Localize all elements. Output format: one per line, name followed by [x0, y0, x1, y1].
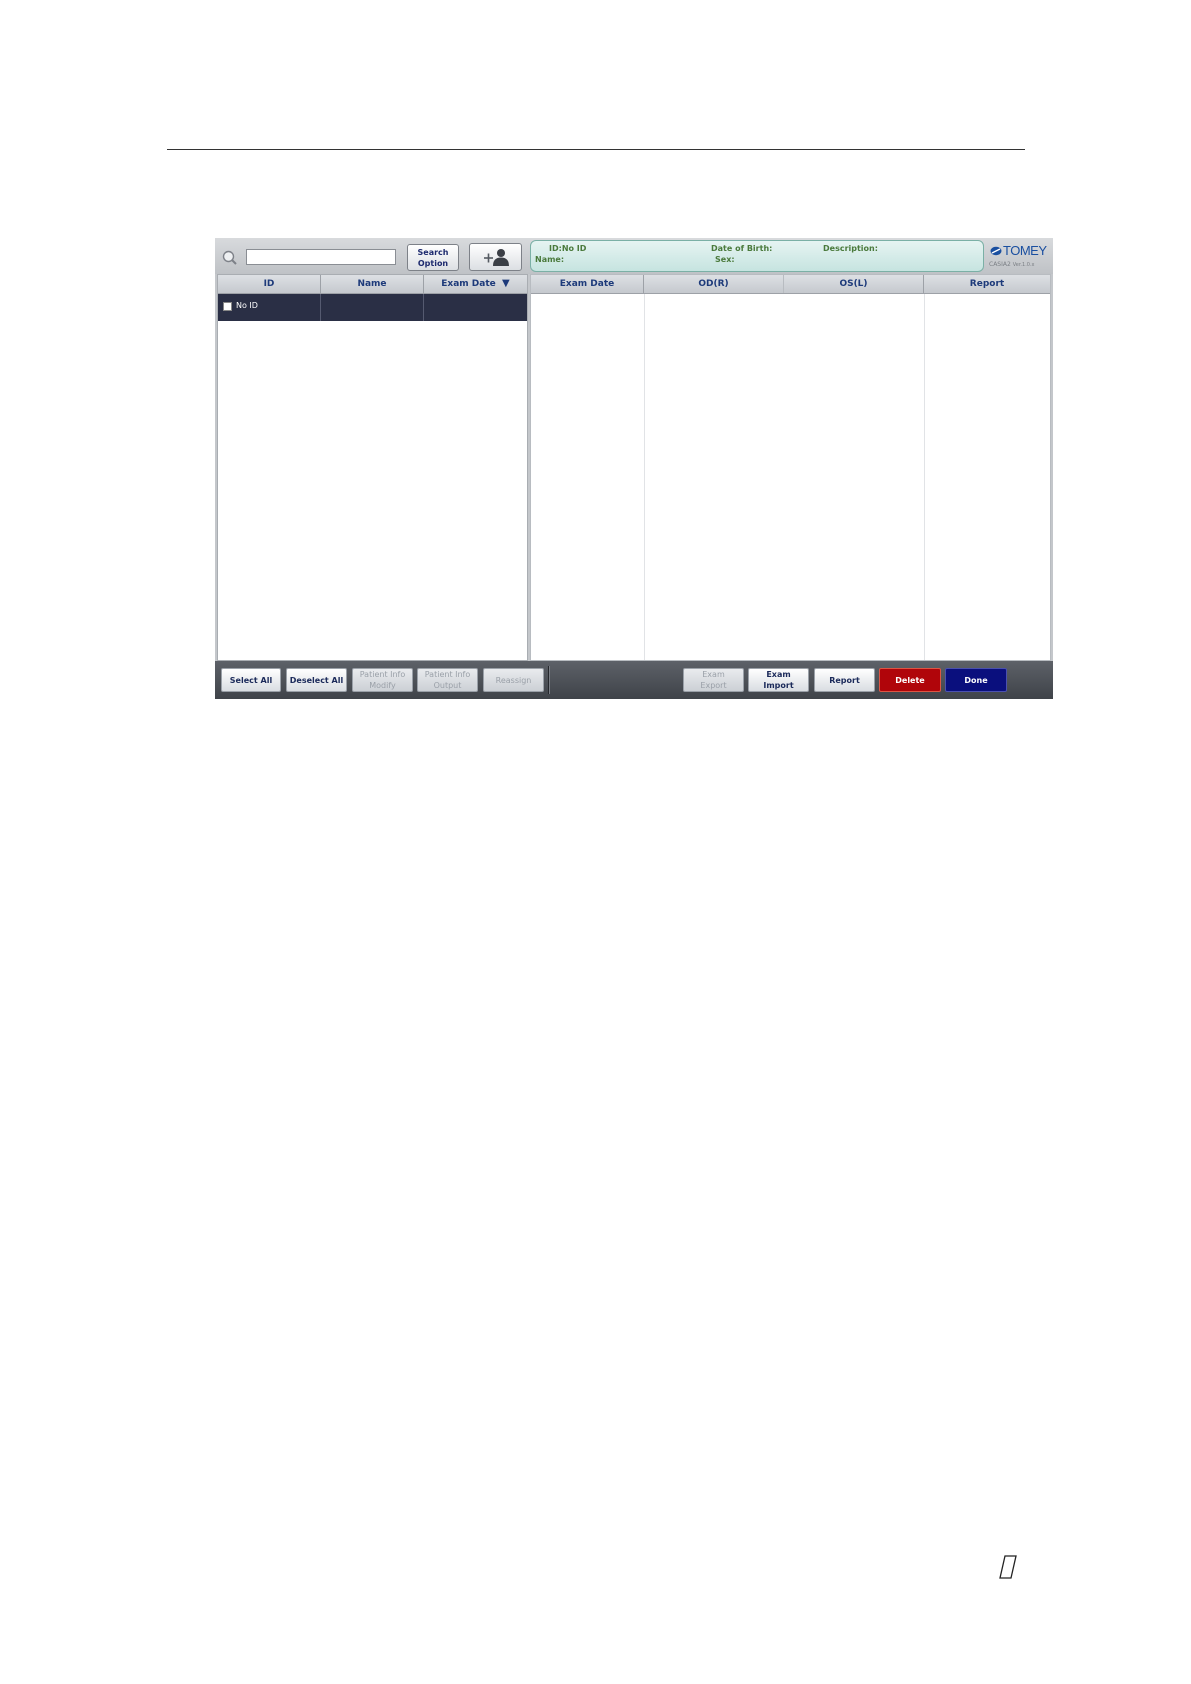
top-toolbar: Search Option ID:No ID Name: Date of Bir… — [215, 238, 1053, 274]
sex-label: Sex: — [715, 255, 735, 264]
column-divider — [644, 294, 645, 660]
column-header-os-l[interactable]: OS(L) — [784, 275, 924, 293]
column-header-exam-date[interactable]: Exam Date ▼ — [424, 275, 527, 293]
done-label: Done — [964, 675, 988, 685]
patient-row-selected[interactable]: No ID — [218, 294, 527, 321]
search-option-button[interactable]: Search Option — [407, 244, 459, 271]
patient-list-screen: Search Option ID:No ID Name: Date of Bir… — [215, 238, 1053, 699]
cell-id: No ID — [218, 294, 321, 321]
row-id-value: No ID — [236, 301, 258, 310]
search-input[interactable] — [246, 249, 396, 265]
patient-list-panel: ID Name Exam Date ▼ No ID — [217, 274, 528, 661]
logo-product-name: CASIA2 — [989, 261, 1011, 268]
deselect-all-label: Deselect All — [289, 675, 344, 685]
exam-list-panel: Exam Date OD(R) OS(L) Report — [530, 274, 1051, 661]
exam-export-label-1: Exam — [702, 670, 725, 679]
reassign-button[interactable]: Reassign — [483, 668, 544, 692]
patient-id-label: ID:No ID — [549, 244, 587, 253]
document-header-rule — [167, 149, 1025, 150]
report-button[interactable]: Report — [814, 668, 875, 692]
search-option-label-2: Option — [417, 258, 449, 268]
search-icon — [222, 250, 237, 265]
patient-info-output-label-2: Output — [433, 681, 462, 690]
add-patient-icon — [483, 249, 509, 266]
exam-list-header: Exam Date OD(R) OS(L) Report — [531, 275, 1050, 294]
exam-export-button[interactable]: Exam Export — [683, 668, 744, 692]
exam-export-label-2: Export — [700, 681, 727, 690]
logo-version: Ver.1.0.x — [1012, 262, 1035, 268]
search-option-label-1: Search — [417, 247, 449, 257]
patient-name-label: Name: — [535, 255, 565, 264]
patient-info-modify-label-2: Modify — [369, 681, 396, 690]
column-divider — [924, 294, 925, 660]
column-header-exam-date-right[interactable]: Exam Date — [531, 275, 644, 293]
done-button[interactable]: Done — [945, 668, 1007, 692]
tomey-logo: TOMEY CASIA2 Ver.1.0.x — [989, 241, 1051, 272]
select-all-button[interactable]: Select All — [221, 668, 281, 692]
column-header-id[interactable]: ID — [218, 275, 321, 293]
patient-info-modify-label-1: Patient Info — [359, 670, 406, 679]
date-of-birth-label: Date of Birth: — [711, 244, 773, 253]
patient-info-output-label-1: Patient Info — [424, 670, 471, 679]
bottom-toolbar: Select All Deselect All Patient Info Mod… — [215, 661, 1053, 699]
exam-import-label-1: Exam — [766, 670, 791, 679]
patient-info-panel: ID:No ID Name: Date of Birth: Sex: Descr… — [530, 240, 984, 272]
column-header-od-r[interactable]: OD(R) — [644, 275, 784, 293]
description-label: Description: — [823, 244, 878, 253]
patient-list-header: ID Name Exam Date ▼ — [218, 275, 527, 294]
exam-import-label-2: Import — [763, 681, 794, 690]
delete-label: Delete — [895, 675, 925, 685]
deselect-all-button[interactable]: Deselect All — [286, 668, 347, 692]
column-header-name[interactable]: Name — [321, 275, 424, 293]
reassign-label: Reassign — [495, 675, 532, 685]
exam-import-button[interactable]: Exam Import — [748, 668, 809, 692]
patient-info-modify-button[interactable]: Patient Info Modify — [352, 668, 413, 692]
cell-name — [321, 294, 424, 321]
sort-down-icon: ▼ — [502, 278, 510, 289]
column-header-report[interactable]: Report — [924, 275, 1050, 293]
select-all-label: Select All — [229, 675, 273, 685]
delete-button[interactable]: Delete — [879, 668, 941, 692]
row-checkbox[interactable] — [223, 302, 232, 311]
logo-product: CASIA2 Ver.1.0.x — [989, 261, 1035, 268]
logo-brand: TOMEY — [1003, 243, 1047, 258]
report-label: Report — [829, 675, 860, 685]
toolbar-separator — [548, 666, 550, 694]
add-patient-button[interactable] — [469, 243, 522, 271]
cell-exam-date — [424, 294, 527, 321]
page-corner-mark — [999, 1555, 1017, 1579]
tomey-logo-mark — [990, 246, 1002, 256]
column-header-exam-date-label: Exam Date — [441, 279, 496, 289]
patient-info-output-button[interactable]: Patient Info Output — [417, 668, 478, 692]
